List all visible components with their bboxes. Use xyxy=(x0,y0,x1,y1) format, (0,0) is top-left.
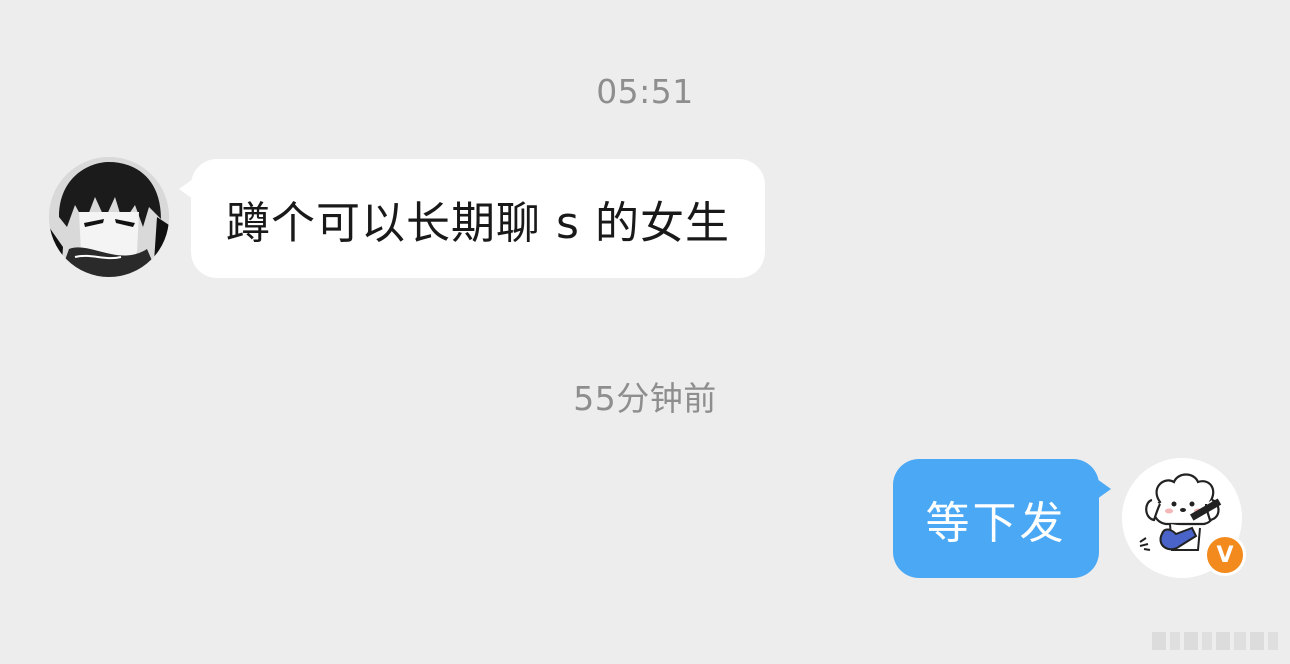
anime-boy-avatar-icon[interactable] xyxy=(49,157,169,277)
incoming-message-text: 蹲个可以长期聊 s 的女生 xyxy=(226,197,730,249)
outgoing-message-text: 等下发 xyxy=(925,497,1067,549)
chat-timestamp-1: 05:51 xyxy=(596,72,694,111)
puppy-guitar-avatar-icon[interactable]: V xyxy=(1122,458,1246,578)
chat-timestamp-2: 55分钟前 xyxy=(573,379,717,418)
bubble-tail xyxy=(1097,479,1111,499)
outgoing-message-bubble[interactable]: 等下发 xyxy=(893,459,1111,578)
bubble-tail xyxy=(179,179,193,199)
verified-badge: V xyxy=(1204,534,1246,576)
watermark-icon xyxy=(1152,632,1278,650)
incoming-message-bubble[interactable]: 蹲个可以长期聊 s 的女生 xyxy=(179,159,765,278)
